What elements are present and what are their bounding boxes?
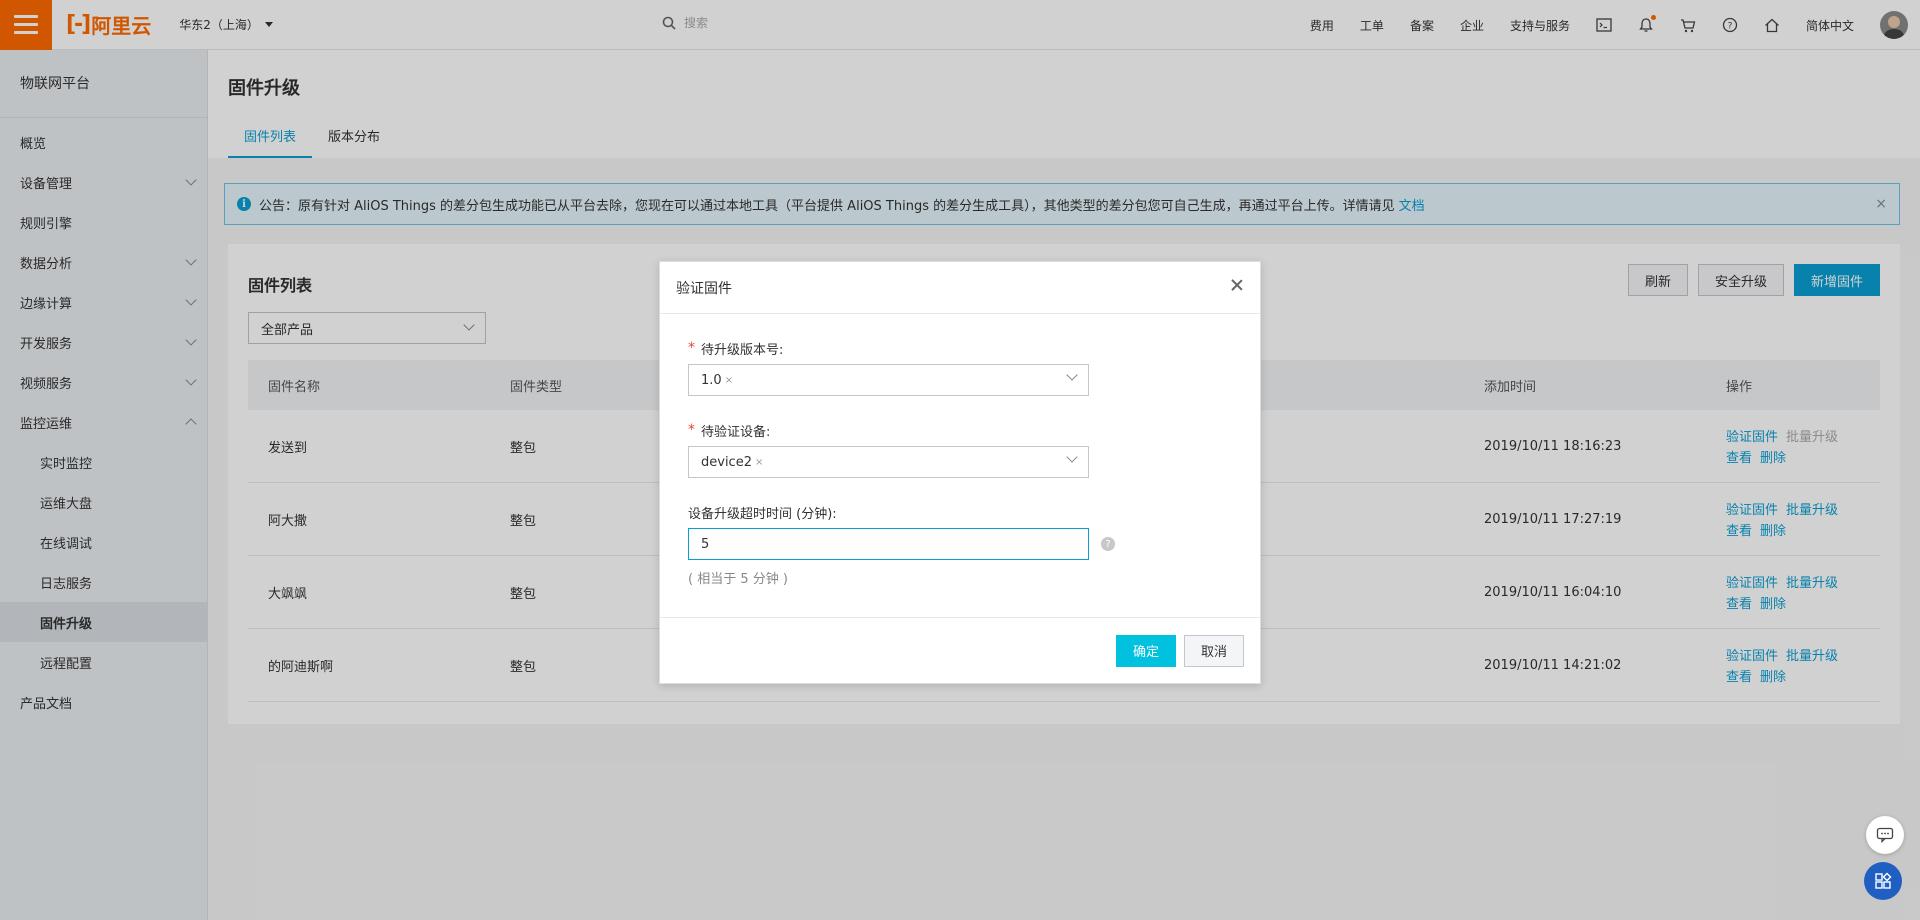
dialog-footer: 确定 取消: [660, 617, 1260, 683]
tag-remove-icon[interactable]: ×: [725, 375, 733, 386]
dialog-body: * 待升级版本号: 1.0 × * 待验证设备: device2 × 设备升级超时时间 …: [660, 314, 1260, 587]
device-tag: device2 ×: [701, 454, 764, 470]
required-mark: *: [688, 422, 695, 438]
version-select[interactable]: 1.0 ×: [688, 364, 1089, 396]
dialog-title: 验证固件: [676, 280, 732, 297]
dialog-header: 验证固件: [660, 262, 1260, 314]
required-mark: *: [688, 340, 695, 356]
help-icon[interactable]: ?: [1101, 537, 1115, 551]
chevron-down-icon: [1066, 451, 1078, 463]
timeout-row: ?: [688, 528, 1232, 560]
cancel-button[interactable]: 取消: [1183, 634, 1244, 667]
tag-remove-icon[interactable]: ×: [755, 457, 763, 468]
apps-icon[interactable]: [1864, 862, 1902, 900]
close-icon[interactable]: [1230, 278, 1244, 292]
version-label: * 待升级版本号:: [688, 340, 784, 358]
chat-icon[interactable]: [1866, 816, 1904, 854]
confirm-button[interactable]: 确定: [1115, 634, 1176, 667]
version-tag: 1.0 ×: [701, 372, 734, 388]
device-select[interactable]: device2 ×: [688, 446, 1089, 478]
chevron-down-icon: [1066, 369, 1078, 381]
device-label: * 待验证设备:: [688, 422, 771, 440]
timeout-hint: ( 相当于 5 分钟 ): [688, 572, 788, 587]
timeout-label: 设备升级超时时间 (分钟):: [688, 506, 837, 522]
verify-firmware-dialog: 验证固件 * 待升级版本号: 1.0 × * 待验证设备: device2 × 设备升级…: [659, 261, 1261, 684]
timeout-input[interactable]: [688, 528, 1089, 560]
